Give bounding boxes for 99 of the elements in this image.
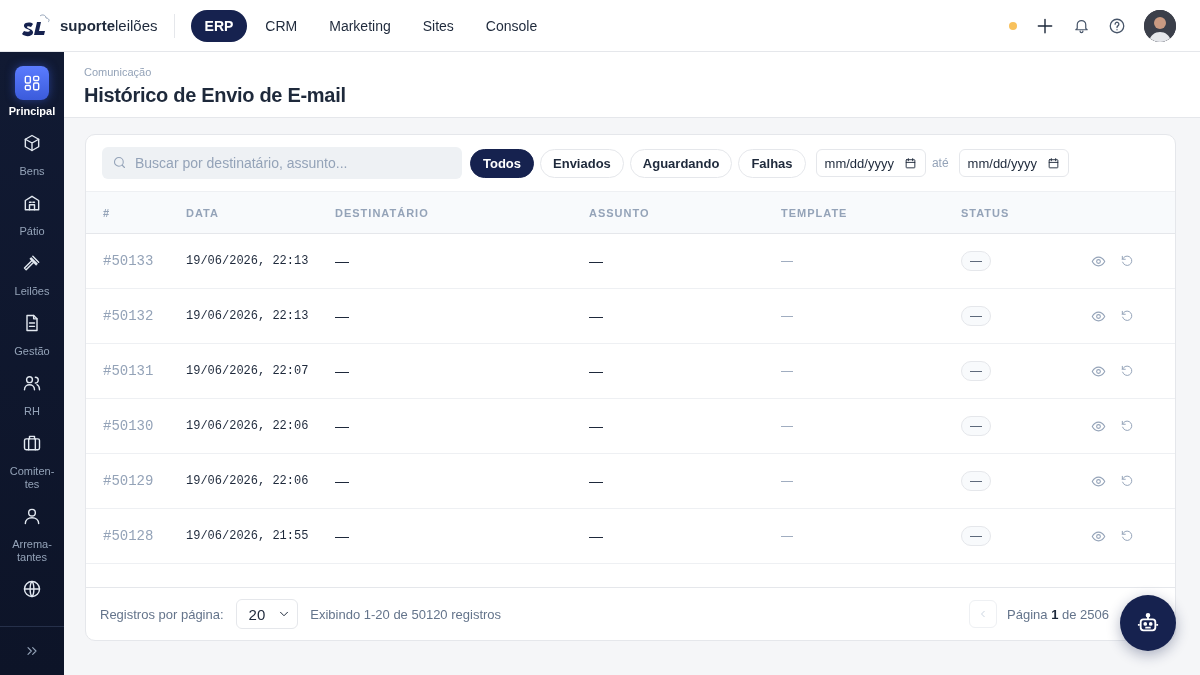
refresh-icon (1120, 363, 1134, 378)
user-icon (22, 506, 42, 526)
date-field[interactable]: mm/dd/yyyy (958, 149, 1069, 177)
status-dot (1009, 21, 1017, 30)
search-icon (112, 155, 127, 170)
refresh-icon (1120, 473, 1134, 488)
nav-label: Pátio (19, 225, 45, 238)
date-cell-text: 19/06/2026, 22:06 (186, 474, 310, 488)
column-header: STATUS (961, 206, 1011, 219)
refresh-icon (1120, 253, 1134, 268)
column-header: # (103, 206, 112, 219)
nav-tab[interactable]: Sites (408, 9, 468, 42)
status-badge: — (961, 361, 991, 381)
date-cell-text: 19/06/2026, 21:55 (186, 529, 310, 543)
nav-label: Leilões (14, 285, 50, 298)
filter-chip[interactable]: Aguardando (629, 148, 733, 178)
calendar-icon (1046, 156, 1060, 170)
nav-label: Bens (19, 165, 45, 178)
nav-label: Arrema-tantes (11, 538, 53, 564)
status-badge: — (961, 251, 991, 271)
page-info: Página 1 de 2506 (1007, 606, 1109, 622)
template-cell-text: — (781, 309, 794, 323)
gavel-icon (22, 253, 42, 273)
subject-cell-text: — (589, 253, 604, 269)
eye-icon (1091, 473, 1106, 489)
nav-tab[interactable]: CRM (251, 9, 312, 42)
subject-cell-text: — (589, 528, 604, 544)
status-badge: — (961, 306, 991, 326)
template-cell-text: — (781, 419, 794, 433)
template-cell-text: — (781, 529, 794, 543)
column-header: DESTINATÁRIO (335, 206, 430, 219)
subject-cell-text: — (589, 308, 604, 324)
filter-chip[interactable]: Enviados (540, 148, 624, 178)
eye-icon (1091, 253, 1106, 269)
date-cell-text: 19/06/2026, 22:13 (186, 309, 310, 323)
nav-label: Gestão (14, 345, 50, 358)
eye-icon (1091, 308, 1106, 324)
email-id: #50130 (103, 418, 155, 434)
refresh-icon (1120, 528, 1134, 543)
recipient-cell-text: — (335, 253, 350, 269)
subject-cell-text: — (589, 418, 604, 434)
template-cell-text: — (781, 474, 794, 488)
help-icon (1108, 16, 1126, 35)
email-id: #50129 (103, 473, 155, 489)
status-badge: — (961, 526, 991, 546)
nav-label: Principal (8, 105, 56, 118)
recipient-cell-text: — (335, 308, 350, 324)
building-icon (22, 193, 42, 213)
eye-icon (1091, 363, 1106, 379)
date-cell-text: 19/06/2026, 22:13 (186, 254, 310, 268)
date-cell-text: 19/06/2026, 22:06 (186, 419, 310, 433)
nav-tab[interactable]: Console (471, 9, 552, 42)
email-id: #50132 (103, 308, 155, 324)
calendar-icon (903, 156, 917, 170)
email-id: #50133 (103, 253, 155, 269)
globe-icon (22, 579, 42, 599)
subject-cell-text: — (589, 363, 604, 379)
briefcase-icon (22, 433, 42, 453)
nav-item[interactable] (15, 66, 49, 100)
nav-label: Comiten-tes (8, 465, 56, 491)
recipient-cell-text: — (335, 418, 350, 434)
users-icon (22, 373, 42, 393)
eye-icon (1091, 528, 1106, 544)
subject-cell-text: — (589, 473, 604, 489)
column-header: ASSUNTO (589, 206, 651, 219)
recipient-cell-text: — (335, 473, 350, 489)
filter-chip[interactable]: Todos (470, 148, 535, 178)
grid-icon (22, 73, 42, 93)
records-summary: Exibindo 1-20 de 50120 registros (310, 606, 502, 622)
template-cell-text: — (781, 364, 794, 378)
recipient-cell-text: — (335, 528, 350, 544)
status-badge: — (961, 471, 991, 491)
page-title: Histórico de Envio de E-mail (84, 84, 347, 107)
nav-label: RH (24, 405, 40, 418)
filter-chip[interactable]: Falhas (738, 148, 806, 178)
refresh-icon (1120, 308, 1134, 323)
per-page-select[interactable]: 20 (235, 599, 299, 629)
bell-icon (1073, 17, 1090, 34)
brand-name: suporteleilões (60, 17, 158, 34)
recipient-cell-text: — (335, 363, 350, 379)
refresh-icon (1120, 418, 1134, 433)
per-page-label: Registros por página: (100, 606, 224, 622)
search-field[interactable]: Buscar por destinatário, assunto... (102, 147, 462, 179)
column-header: DATA (186, 206, 220, 219)
nav-tab[interactable]: Marketing (315, 9, 405, 42)
eye-icon (1091, 418, 1106, 434)
robot-icon (1137, 612, 1159, 634)
nav-tab[interactable]: ERP (190, 9, 248, 42)
email-id: #50128 (103, 528, 155, 544)
column-header: TEMPLATE (781, 206, 849, 219)
avatar[interactable] (1144, 9, 1176, 42)
date-field[interactable]: mm/dd/yyyy (815, 149, 926, 177)
email-id: #50131 (103, 363, 155, 379)
status-badge: — (961, 416, 991, 436)
template-cell-text: — (781, 254, 794, 268)
breadcrumb: Comunicação (84, 66, 153, 78)
cube-icon (22, 133, 42, 153)
date-cell-text: 19/06/2026, 22:07 (186, 364, 310, 378)
date-separator: até (931, 156, 949, 170)
